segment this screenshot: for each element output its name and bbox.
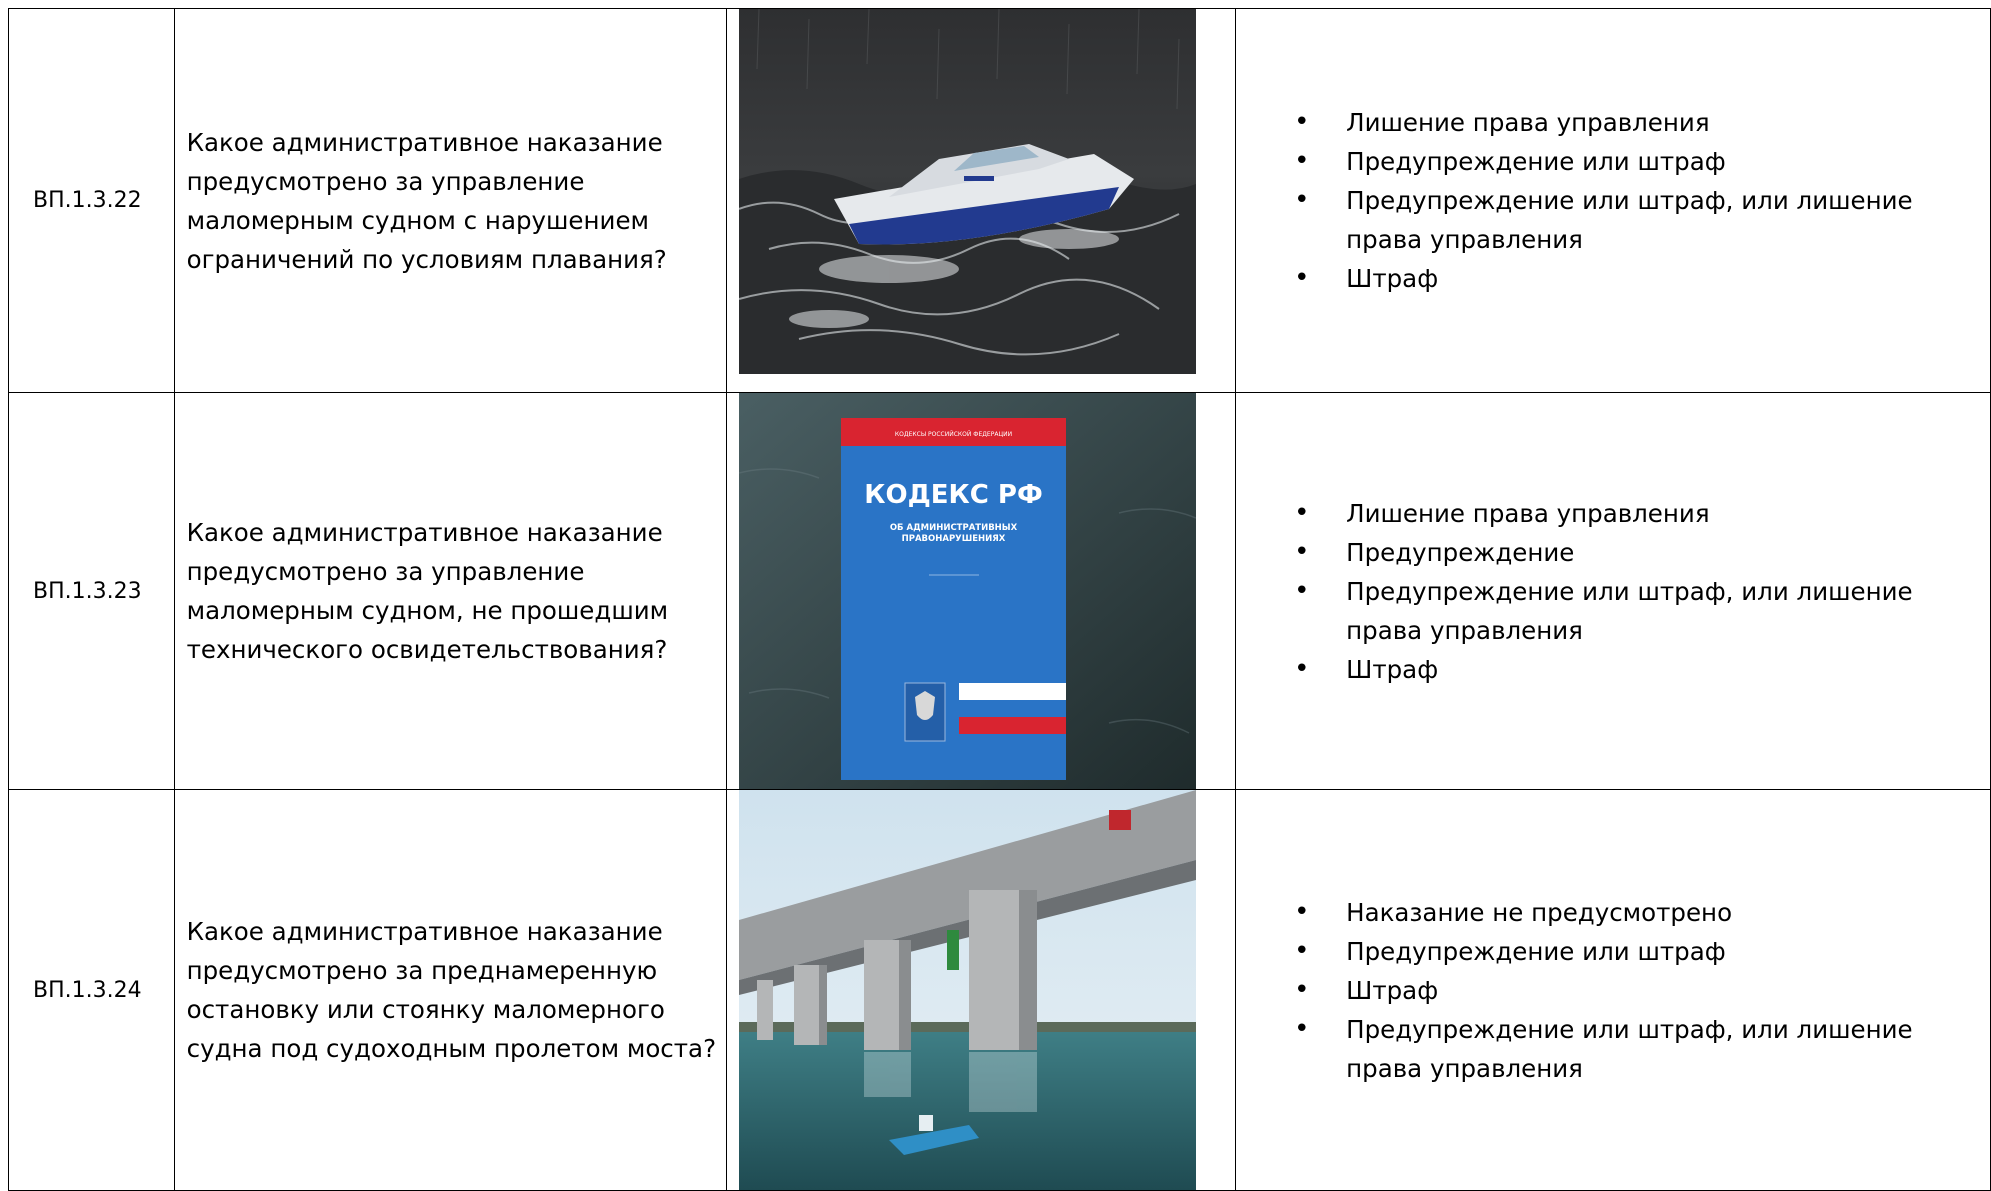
answer-option[interactable]: Предупреждение xyxy=(1294,533,1990,572)
answer-option[interactable]: Предупреждение или штраф, или лишение пр… xyxy=(1294,181,1990,259)
answer-option[interactable]: Штраф xyxy=(1294,650,1990,689)
boat-in-storm-icon xyxy=(738,9,1196,374)
book-title-text: КОДЕКС РФ xyxy=(864,480,1043,510)
boat-under-bridge-icon xyxy=(738,790,1196,1190)
table-row: ВП.1.3.22 Какое административное наказан… xyxy=(8,8,1991,393)
answer-list: Наказание не предусмотрено Предупреждени… xyxy=(1294,893,1990,1088)
table-row: ВП.1.3.23 Какое административное наказан… xyxy=(8,392,1991,790)
answer-option[interactable]: Штраф xyxy=(1294,971,1990,1010)
question-id: ВП.1.3.23 xyxy=(8,392,175,790)
question-text: Какое административное наказание предусм… xyxy=(173,789,727,1191)
answer-option[interactable]: Предупреждение или штраф, или лишение пр… xyxy=(1294,1010,1990,1088)
answer-option[interactable]: Предупреждение или штраф, или лишение пр… xyxy=(1294,572,1990,650)
question-text: Какое административное наказание предусм… xyxy=(173,8,727,393)
answer-list: Лишение права управления Предупреждение … xyxy=(1294,494,1990,689)
question-text: Какое административное наказание предусм… xyxy=(173,392,727,790)
book-subtitle-line1: ОБ АДМИНИСТРАТИВНЫХ xyxy=(889,523,1017,533)
administrative-code-book-icon: КОДЕКСЫ РОССИЙСКОЙ ФЕДЕРАЦИИ КОДЕКС РФ О… xyxy=(738,393,1196,789)
answer-option[interactable]: Наказание не предусмотрено xyxy=(1294,893,1990,932)
answer-option[interactable]: Лишение права управления xyxy=(1294,103,1990,142)
answer-option[interactable]: Предупреждение или штраф xyxy=(1294,932,1990,971)
answer-option[interactable]: Лишение права управления xyxy=(1294,494,1990,533)
book-top-band-text: КОДЕКСЫ РОССИЙСКОЙ ФЕДЕРАЦИИ xyxy=(895,431,1012,438)
table-row: ВП.1.3.24 Какое административное наказан… xyxy=(8,789,1991,1191)
answer-list: Лишение права управления Предупреждение … xyxy=(1294,103,1990,298)
answer-option[interactable]: Штраф xyxy=(1294,259,1990,298)
question-id: ВП.1.3.24 xyxy=(8,789,175,1191)
book-subtitle-line2: ПРАВОНАРУШЕНИЯХ xyxy=(901,534,1005,544)
question-id: ВП.1.3.22 xyxy=(8,8,175,393)
questions-table: ВП.1.3.22 Какое административное наказан… xyxy=(8,8,1991,1191)
answer-option[interactable]: Предупреждение или штраф xyxy=(1294,142,1990,181)
